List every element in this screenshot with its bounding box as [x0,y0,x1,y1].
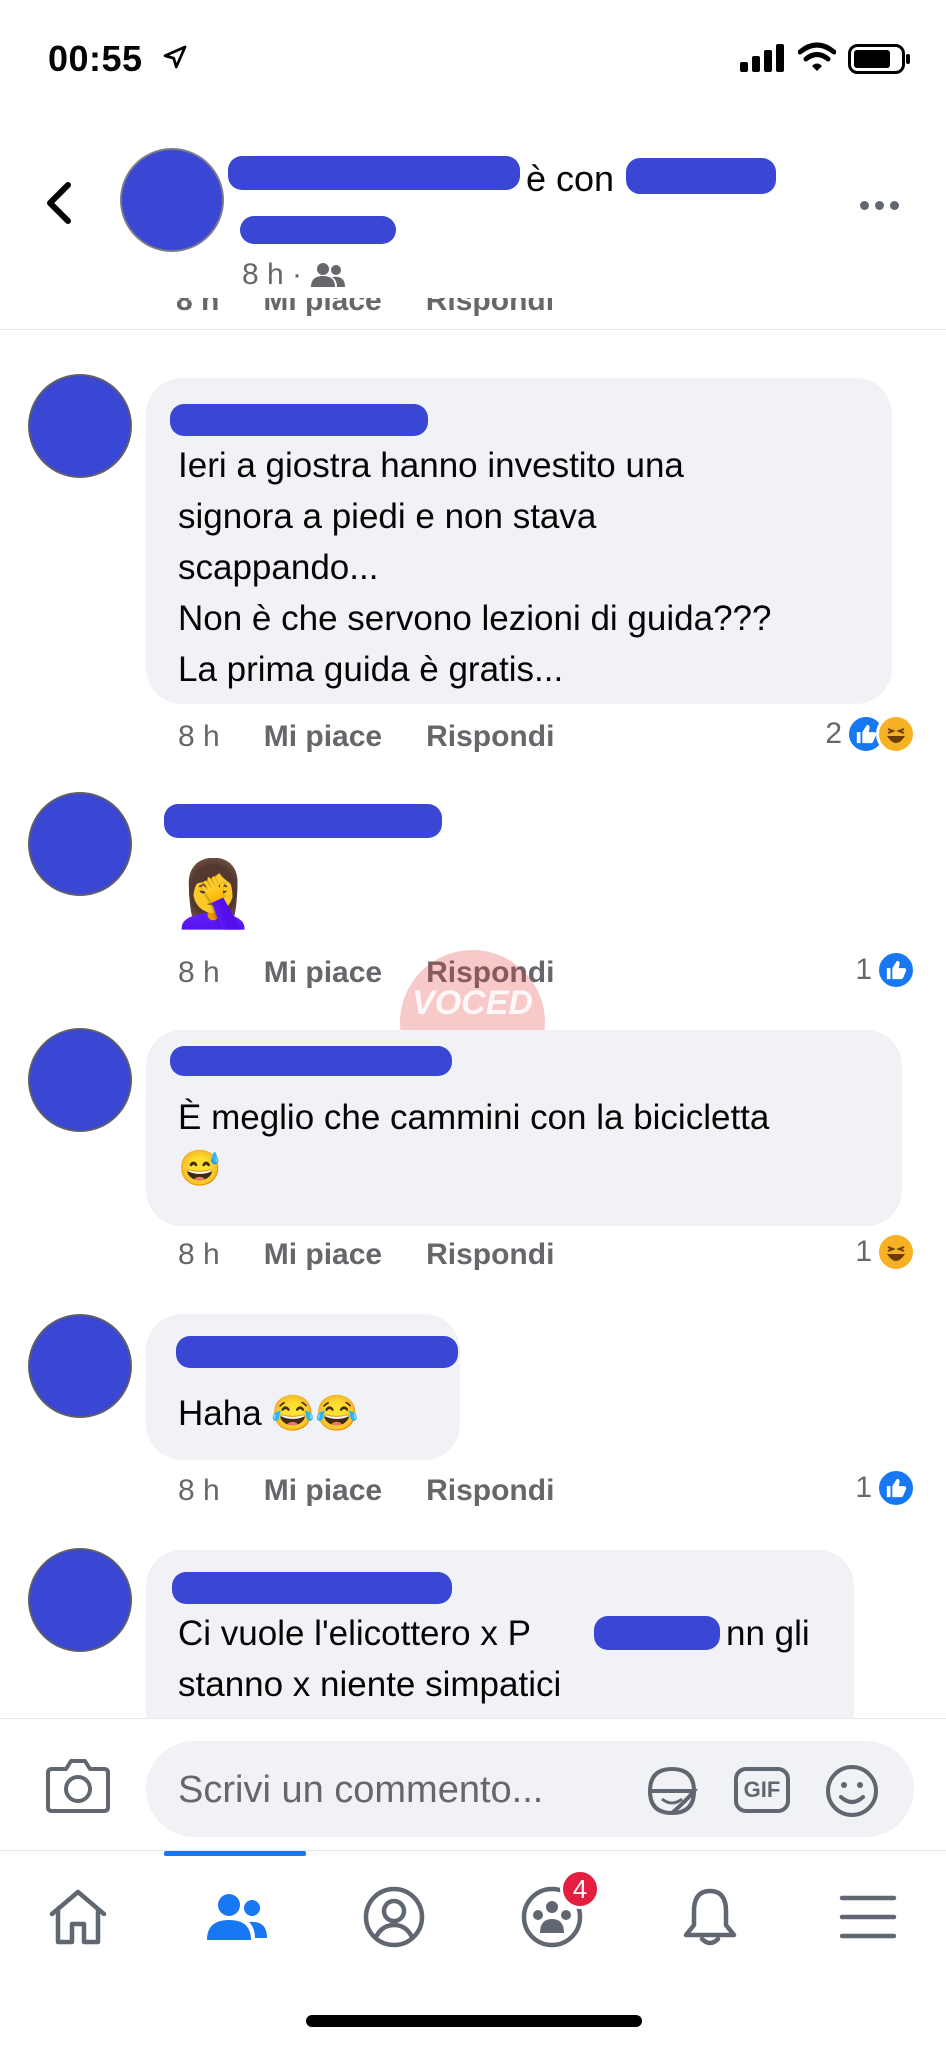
commenter-avatar[interactable] [30,794,130,894]
commenter-avatar[interactable] [30,376,130,476]
more-dot-icon [875,200,884,210]
comment-reactions[interactable]: 2 [825,714,916,754]
location-arrow-icon [163,45,187,69]
status-time: 00:55 [48,38,143,79]
bottom-navigation: 4 [0,1850,946,2048]
redacted-mention [594,1616,720,1650]
gif-label: GIF [743,1777,781,1802]
more-dot-icon [860,200,869,210]
comment-reactions[interactable]: 1 [855,950,916,990]
comment-time: 8 h [176,298,220,317]
comment-time: 8 h [178,720,220,753]
redacted-tagged-name-line2 [240,216,396,244]
more-dot-icon [890,200,899,210]
comment-text: È meglio che cammini con la bicicletta 😅 [178,1098,770,1188]
commenter-avatar[interactable] [30,1550,130,1650]
reaction-count: 1 [855,1471,872,1504]
comment-text-part2: nn gli [726,1614,810,1653]
comment-time: 8 h [178,956,220,989]
post-header: è con 8 h · [0,110,946,330]
redacted-commenter-name [170,404,428,436]
home-icon [49,1889,107,1945]
camera-icon [46,1759,110,1813]
comment-time: 8 h [178,1474,220,1507]
comment-text: Ieri a giostra hanno investito una signo… [178,446,772,689]
like-action[interactable]: Mi piace [264,1474,382,1508]
chevron-left-icon [47,182,71,224]
like-action[interactable]: Mi piace [264,1238,382,1272]
reaction-count: 2 [825,717,842,750]
signal-icon [740,44,784,72]
like-icon [876,1468,916,1508]
redacted-author-name [228,156,520,190]
redacted-commenter-name [176,1336,458,1368]
comment-text-line2: stanno x niente simpatici [178,1665,562,1704]
nav-groups[interactable] [196,1877,276,1957]
watermark-line1: VOCED [412,983,533,1022]
more-options-button[interactable] [860,190,910,220]
comment-placeholder: Scrivi un commento... [178,1769,544,1811]
friends-audience-icon [311,263,346,287]
comment-actions: 8 h Mi piace Rispondi [178,1238,554,1272]
emoji-icon[interactable] [822,1761,882,1821]
redacted-commenter-name [164,804,442,838]
comment-reactions[interactable]: 1 [855,1232,916,1272]
commenter-avatar[interactable] [30,1030,130,1130]
back-button[interactable] [34,168,84,238]
comment-text: Haha 😂😂 [178,1394,359,1433]
post-time-label: 8 h · [242,258,303,291]
camera-button[interactable] [46,1757,110,1818]
battery-icon [848,44,910,74]
reaction-count: 1 [855,953,872,986]
comment-time: 8 h [178,1238,220,1271]
sticker-icon[interactable] [642,1761,702,1821]
active-tab-indicator [164,1851,306,1856]
nav-home[interactable] [38,1877,118,1957]
like-action[interactable]: Mi piace [264,720,382,754]
reaction-count: 1 [855,1235,872,1268]
bell-icon [683,1888,737,1946]
haha-icon [876,1232,916,1272]
comment-actions: 8 h Mi piace Rispondi [178,720,554,754]
reply-action[interactable]: Rispondi [426,298,554,322]
commenter-avatar[interactable] [30,1316,130,1416]
comment-input[interactable]: Scrivi un commento... GIF [146,1741,914,1837]
post-time: 8 h · [242,258,346,292]
nav-community[interactable]: 4 [512,1869,600,1957]
reply-action[interactable]: Rispondi [426,1238,554,1272]
reply-action[interactable]: Rispondi [426,1474,554,1508]
post-author-avatar[interactable] [122,150,222,250]
comment-emoji: 🤦‍♀️ [172,856,255,930]
comment-composer: Scrivi un commento... GIF [0,1718,946,1850]
status-bar: 00:55 [0,0,946,110]
redacted-commenter-name [172,1572,452,1604]
previous-comment-actions: 8 h Mi piace Rispondi [176,298,554,322]
like-action[interactable]: Mi piace [263,298,381,322]
nav-notifications[interactable] [670,1877,750,1957]
haha-icon [876,714,916,754]
comment-text-part1: Ci vuole l'elicottero x P [178,1614,531,1653]
post-tagged-text: è con [526,158,615,199]
gif-button[interactable]: GIF [734,1767,790,1813]
redacted-commenter-name [170,1046,452,1076]
redacted-tagged-name [626,158,776,194]
like-icon [876,950,916,990]
menu-icon [839,1895,897,1939]
comment-actions: 8 h Mi piace Rispondi [178,1474,554,1508]
profile-icon [363,1886,425,1948]
home-indicator [306,2015,642,2027]
comment: Ci vuole l'elicottero x P nn gli stanno … [0,1546,946,1718]
nav-profile[interactable] [354,1877,434,1957]
like-action[interactable]: Mi piace [264,956,382,990]
nav-menu[interactable] [828,1877,908,1957]
groups-icon [207,1894,267,1940]
notification-badge: 4 [560,1869,600,1909]
reply-action[interactable]: Rispondi [426,720,554,754]
wifi-icon [798,42,836,71]
comment-reactions[interactable]: 1 [855,1468,916,1508]
